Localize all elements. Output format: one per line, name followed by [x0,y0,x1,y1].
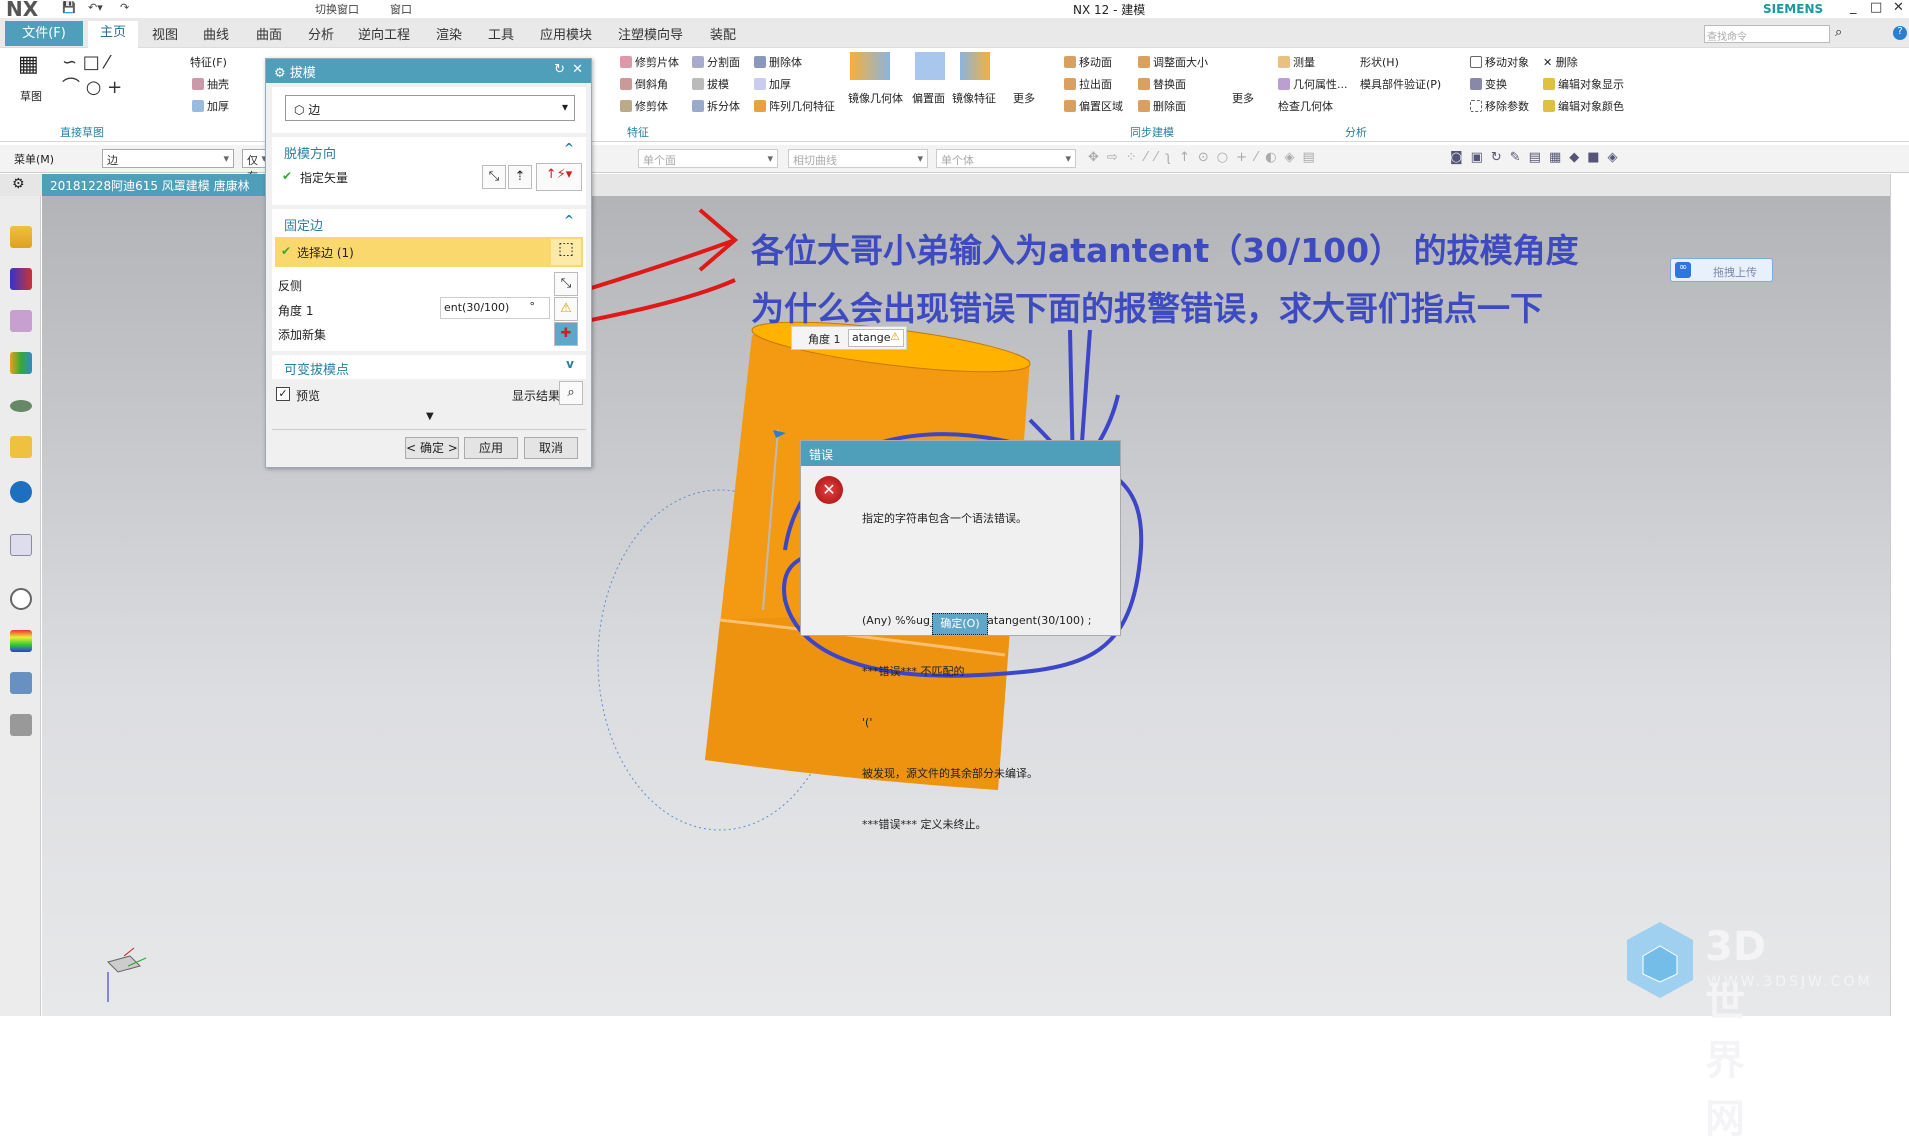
cloud-icon: ∞ [1675,262,1691,278]
error-line: ***错误*** 定义未终止。 [862,818,987,831]
expand-icon[interactable]: v [566,357,574,371]
collapse-icon[interactable]: ^ [564,213,574,227]
show-result-label: 显示结果 [512,389,561,403]
error-line [862,561,1091,578]
angle-unit: ° [529,300,536,313]
dialog-divider [272,429,586,430]
draft-type-value: 边 [308,103,321,117]
fixed-edge-section: 固定边 ^ ✔ 选择边 (1) ⬚ 反侧 ⤡ 角度 1 ent(30/100) … [272,209,586,351]
error-line: 被发现，源文件的其余部分未编译。 [862,767,1038,780]
drag-upload-button[interactable]: ∞ 拖拽上传 [1670,258,1773,282]
angle-input[interactable]: ent(30/100) ° [440,297,550,319]
drag-upload-label: 拖拽上传 [1713,266,1757,279]
select-edge-row[interactable]: ✔ 选择边 (1) ⬚ [275,237,583,267]
watermark: 3D世界网 WWW.3DSJW.COM [1625,920,1870,1142]
floating-angle-label: 角度 1 [808,333,841,346]
preview-checkbox[interactable]: ✓ [276,387,290,401]
warning-icon: ⚠ [890,330,900,343]
specify-vector-label: 指定矢量 [300,171,349,185]
reverse-side-button[interactable]: ⤡ [554,272,578,296]
draw-direction-title[interactable]: 脱模方向 [284,143,336,162]
check-icon: ✔ [282,169,293,183]
variable-points-title[interactable]: 可变拔模点 [284,359,349,378]
variable-points-section[interactable]: 可变拔模点 v [272,355,586,379]
error-ok-button[interactable]: 确定(O) [932,613,988,635]
reverse-side-label: 反侧 [278,279,303,293]
collapse-icon[interactable]: ^ [564,141,574,155]
error-message: 指定的字符串包含一个语法错误。 (Any) %%ug_kf_temp: atan… [862,476,1091,867]
ok-button[interactable]: < 确定 > [405,437,459,459]
watermark-name: 3D世界网 [1705,924,1767,1142]
angle-warning-icon[interactable]: ⚠ [554,297,578,321]
show-result-magnifier-icon[interactable]: ⌕ [559,381,583,405]
apply-button[interactable]: 应用 [464,437,518,459]
vector-type-button[interactable]: ↑⚡▾ [536,163,582,191]
add-new-set-label: 添加新集 [278,328,327,342]
edge-type-icon: ⬡ [294,103,309,117]
check-icon: ✔ [281,244,292,258]
add-new-set-button[interactable]: ✚ [554,322,578,346]
error-icon: ✕ [815,476,843,504]
coordinate-triad [107,947,147,1002]
error-dialog: 错误 ✕ 指定的字符串包含一个语法错误。 (Any) %%ug_kf_temp:… [800,440,1121,831]
dialog-gear-icon[interactable]: ⚙ [274,66,286,81]
reset-icon[interactable]: ↻ [554,62,565,77]
annotation-line-2: 为什么会出现错误下面的报警错误，求大哥们指点一下 [751,289,1543,328]
cancel-button[interactable]: 取消 [524,437,578,459]
angle-label: 角度 1 [278,304,314,318]
dialog-close-icon[interactable]: ✕ [572,62,583,77]
draft-type-select[interactable]: ⬡ 边 ▾ [285,95,575,121]
select-edge-label: 选择边 (1) [297,246,354,260]
cube-select-icon[interactable]: ⬚ [551,239,581,265]
preview-label: 预览 [296,389,321,403]
draw-direction-section: 脱模方向 ^ ✔ 指定矢量 ⤡ ⇡ ↑⚡▾ [272,137,586,205]
reverse-direction-button[interactable]: ⤡ [482,165,506,189]
angle-value: ent(30/100) [444,301,510,314]
error-line: ***错误*** 不匹配的 [862,665,965,678]
annotation-line-1: 各位大哥小弟输入为atantent（30/100） 的拔模角度 [751,231,1579,270]
draft-dialog: ⚙ 拔模 ↻ ✕ ⬡ 边 ▾ 脱模方向 ^ ✔ 指定矢量 ⤡ ⇡ ↑⚡▾ 固定边… [265,58,592,468]
watermark-url: WWW.3DSJW.COM [1707,974,1873,990]
fixed-edge-title[interactable]: 固定边 [284,215,323,234]
more-options-arrow-icon[interactable]: ▼ [426,411,434,422]
watermark-logo-icon [1627,922,1693,998]
floating-angle-input: 角度 1 atange ⚠ [791,326,907,350]
error-line: 指定的字符串包含一个语法错误。 [862,512,1027,525]
dialog-title: 拔模 [289,66,316,81]
error-line: '(' [862,716,873,729]
vector-dialog-button[interactable]: ⇡ [508,165,532,189]
type-section: ⬡ 边 ▾ [272,87,586,133]
dialog-header: ⚙ 拔模 ↻ ✕ [266,59,591,83]
error-dialog-title: 错误 [801,441,1120,466]
dropdown-arrow-icon: ▾ [561,100,568,114]
